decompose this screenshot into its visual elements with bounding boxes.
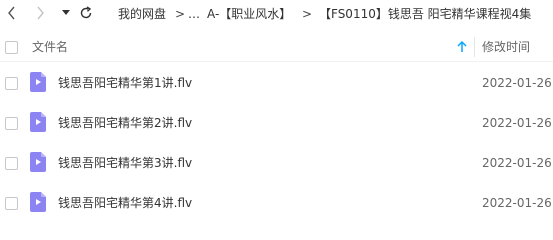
select-all-checkbox[interactable] [5, 41, 18, 54]
file-modified-date: 2022-01-26 [482, 116, 552, 130]
file-list-header: 文件名 修改时间 [0, 33, 553, 62]
row-checkbox[interactable] [5, 197, 18, 210]
refresh-button[interactable] [77, 4, 95, 22]
row-checkbox[interactable] [5, 77, 18, 90]
row-checkbox[interactable] [5, 117, 18, 130]
breadcrumb-item-my-drive[interactable]: 我的网盘 [118, 6, 166, 22]
file-name[interactable]: 钱思吾阳宅精华第4讲.flv [58, 196, 192, 210]
forward-button[interactable] [31, 4, 49, 22]
back-button[interactable] [3, 4, 21, 22]
breadcrumb-item-folder[interactable]: A-【职业风水】 [207, 6, 291, 22]
file-name[interactable]: 钱思吾阳宅精华第2讲.flv [58, 116, 192, 130]
video-file-icon [30, 72, 46, 92]
caret-down-icon [62, 10, 70, 15]
history-dropdown-button[interactable] [57, 4, 75, 22]
breadcrumb-item-current[interactable]: 【FS0110】钱思吾 阳宅精华课程视4集 [319, 6, 531, 22]
column-divider[interactable] [474, 37, 475, 57]
column-header-name[interactable]: 文件名 [32, 40, 68, 54]
file-browser: 我的网盘 > … A-【职业风水】 > 【FS0110】钱思吾 阳宅精华课程视4… [0, 0, 553, 236]
column-header-modified[interactable]: 修改时间 [482, 40, 530, 54]
file-name[interactable]: 钱思吾阳宅精华第3讲.flv [58, 156, 192, 170]
breadcrumb-separator: > [175, 7, 186, 21]
file-modified-date: 2022-01-26 [482, 76, 552, 90]
file-row[interactable]: 钱思吾阳宅精华第4讲.flv 2022-01-26 [0, 183, 553, 223]
file-name[interactable]: 钱思吾阳宅精华第1讲.flv [58, 76, 192, 90]
video-file-icon [30, 192, 46, 212]
video-file-icon [30, 112, 46, 132]
row-checkbox[interactable] [5, 157, 18, 170]
breadcrumb-ellipsis[interactable]: … [188, 6, 200, 22]
refresh-icon [80, 6, 92, 19]
chevron-left-icon [8, 6, 15, 20]
file-row[interactable]: 钱思吾阳宅精华第2讲.flv 2022-01-26 [0, 103, 553, 143]
navigation-bar: 我的网盘 > … A-【职业风水】 > 【FS0110】钱思吾 阳宅精华课程视4… [0, 0, 553, 28]
file-row[interactable]: 钱思吾阳宅精华第3讲.flv 2022-01-26 [0, 143, 553, 183]
video-file-icon [30, 152, 46, 172]
file-row[interactable]: 钱思吾阳宅精华第1讲.flv 2022-01-26 [0, 63, 553, 103]
chevron-right-icon [37, 6, 44, 20]
file-modified-date: 2022-01-26 [482, 156, 552, 170]
breadcrumb-separator: > [302, 7, 313, 21]
file-modified-date: 2022-01-26 [482, 196, 552, 210]
arrow-up-icon[interactable] [455, 40, 469, 54]
